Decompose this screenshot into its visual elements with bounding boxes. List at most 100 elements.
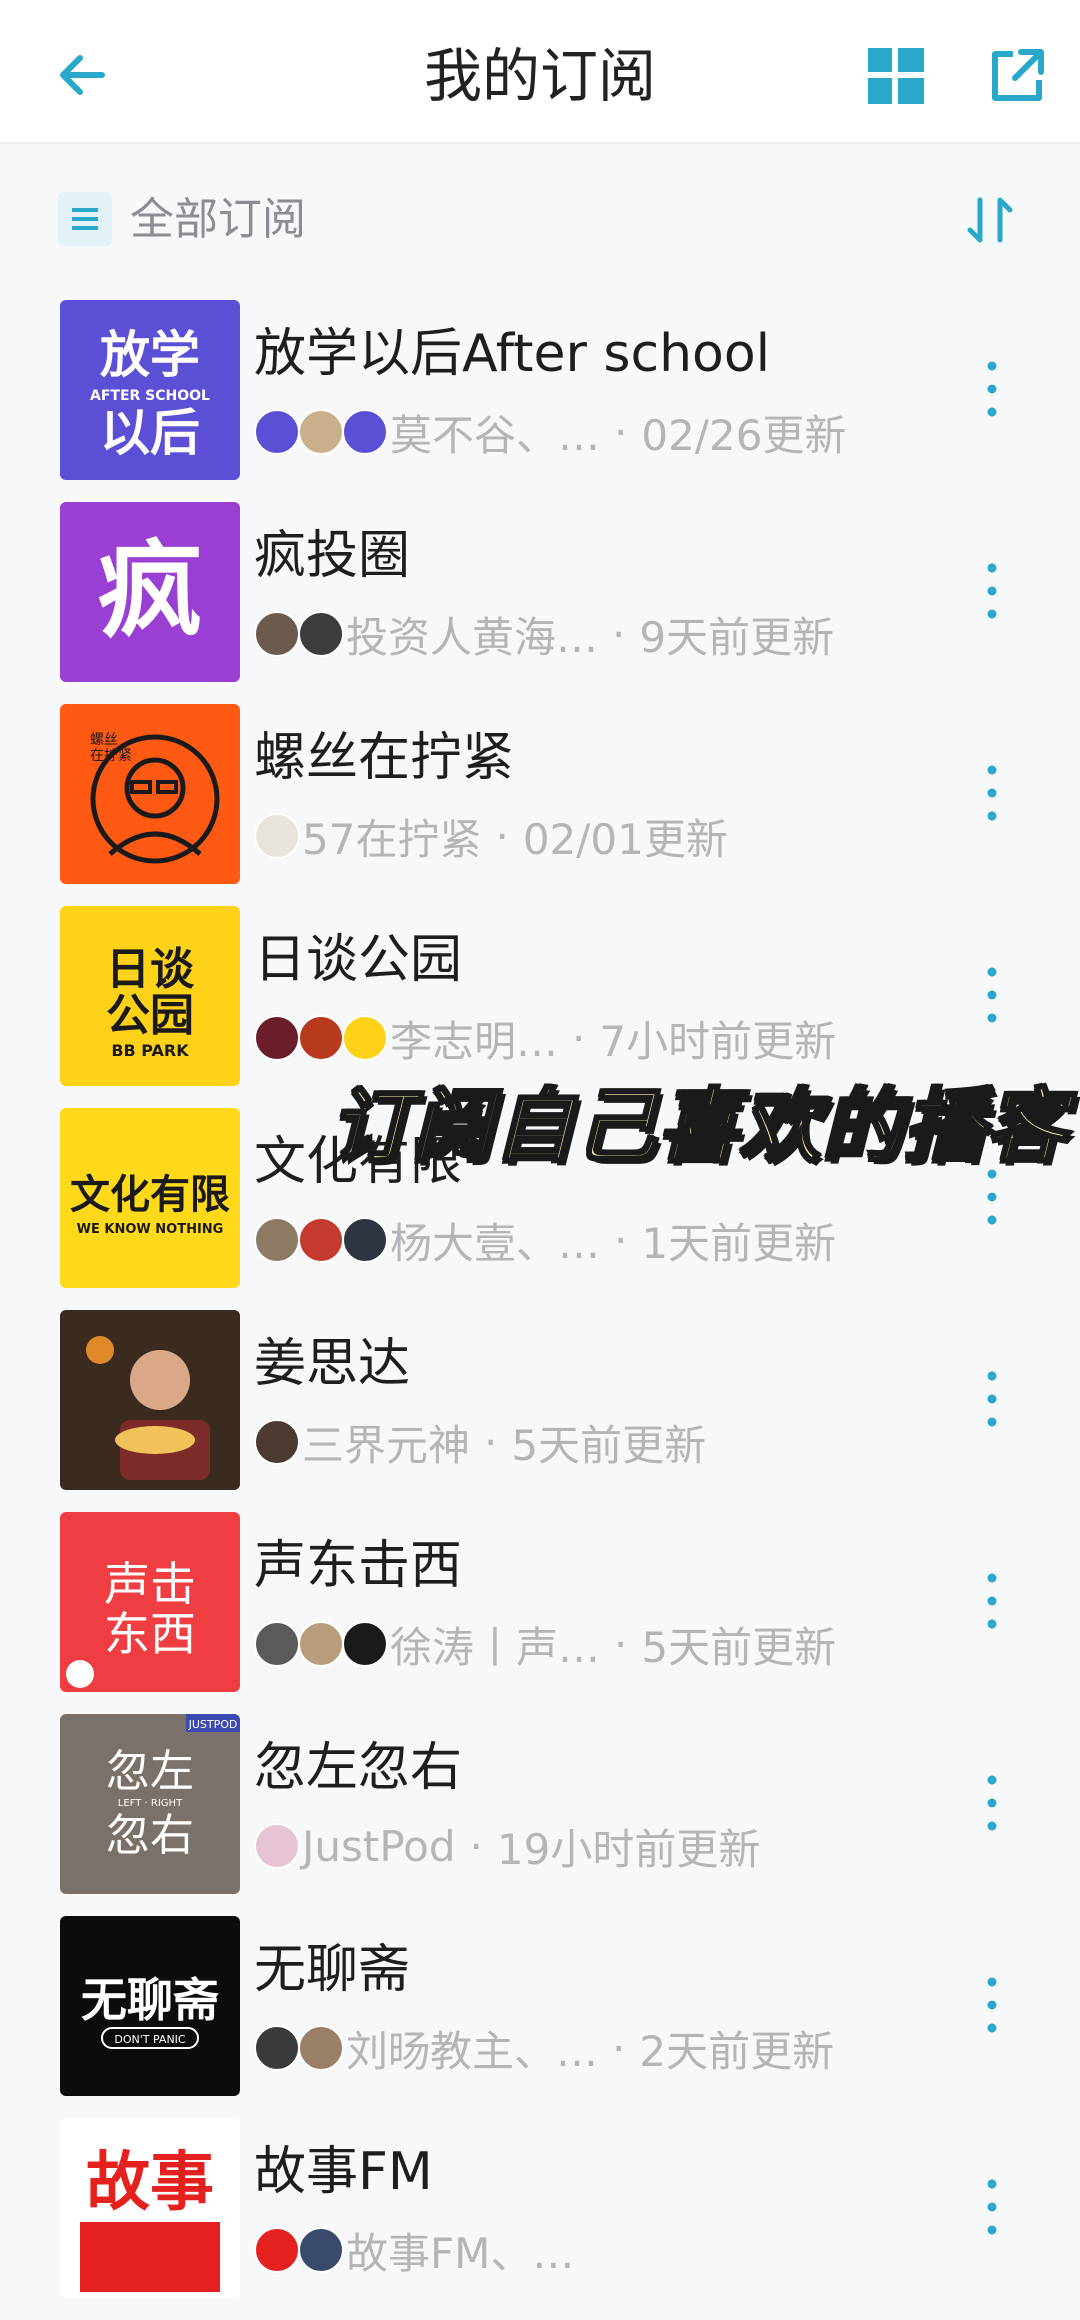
svg-text:螺丝: 螺丝 xyxy=(90,732,118,748)
avatar xyxy=(254,1823,300,1869)
avatar xyxy=(254,611,300,657)
podcast-cover[interactable]: 螺丝 在拧紧 xyxy=(60,704,240,884)
update-time: 02/01更新 xyxy=(522,814,728,864)
podcast-cover[interactable]: 放学 AFTER SCHOOL 以后 xyxy=(60,300,240,480)
podcast-title: 故事FM xyxy=(254,2142,433,2202)
list-item[interactable]: 无聊斋 DON'T PANIC 无聊斋 刘旸教主、… · 2天前更新 xyxy=(0,1916,1080,2118)
host-avatars xyxy=(254,813,300,859)
host-avatars xyxy=(254,1621,388,1667)
podcast-title: 螺丝在拧紧 xyxy=(254,728,515,788)
more-options-icon[interactable] xyxy=(982,2174,1002,2240)
more-options-icon[interactable] xyxy=(982,760,1002,826)
list-item[interactable]: 姜思达 三界元神 · 5天前更新 xyxy=(0,1310,1080,1512)
host-avatars xyxy=(254,611,344,657)
sort-icon[interactable] xyxy=(962,192,1018,248)
list-item[interactable]: 疯 疯投圈 投资人黄海… · 9天前更新 xyxy=(0,502,1080,704)
avatar xyxy=(298,1621,344,1667)
podcast-title: 疯投圈 xyxy=(254,526,411,586)
svg-text:忽左: 忽左 xyxy=(106,1746,194,1797)
update-time: 5天前更新 xyxy=(511,1420,707,1470)
avatar xyxy=(254,2227,300,2273)
host-names: 杨大壹、… xyxy=(390,1218,601,1268)
more-options-icon[interactable] xyxy=(982,356,1002,422)
list-item[interactable]: 螺丝 在拧紧 螺丝在拧紧 57在拧紧 · 02/01更新 xyxy=(0,704,1080,906)
separator-dot: · xyxy=(614,1619,628,1669)
svg-text:文化有限: 文化有限 xyxy=(70,1172,230,1218)
more-options-icon[interactable] xyxy=(982,1568,1002,1634)
host-avatars xyxy=(254,2227,344,2273)
list-item[interactable]: JUSTPOD 忽左 LEFT · RIGHT 忽右 忽左忽右 JustPod … xyxy=(0,1714,1080,1916)
separator-dot: · xyxy=(614,1215,628,1265)
more-options-icon[interactable] xyxy=(982,1972,1002,2038)
podcast-meta: 杨大壹、… · 1天前更新 xyxy=(254,1210,836,1270)
podcast-meta: 故事FM、… xyxy=(254,2220,574,2280)
avatar xyxy=(254,813,300,859)
update-time: 19小时前更新 xyxy=(496,1824,761,1874)
svg-text:以后: 以后 xyxy=(100,404,200,462)
podcast-cover[interactable]: 故事 xyxy=(60,2118,240,2298)
avatar xyxy=(254,409,300,455)
more-options-icon[interactable] xyxy=(982,1366,1002,1432)
host-avatars xyxy=(254,1015,388,1061)
podcast-title: 无聊斋 xyxy=(254,1940,411,2000)
podcast-meta: 莫不谷、… · 02/26更新 xyxy=(254,402,846,462)
svg-text:BB PARK: BB PARK xyxy=(111,1041,189,1060)
list-item[interactable]: 放学 AFTER SCHOOL 以后 放学以后After school 莫不谷、… xyxy=(0,300,1080,502)
podcast-cover[interactable]: 日谈 公园 BB PARK xyxy=(60,906,240,1086)
avatar xyxy=(254,1621,300,1667)
separator-dot: · xyxy=(612,609,626,659)
podcast-cover[interactable]: 文化有限 WE KNOW NOTHING xyxy=(60,1108,240,1288)
svg-text:忽右: 忽右 xyxy=(106,1810,194,1861)
avatar xyxy=(298,2025,344,2071)
host-names: 投资人黄海… xyxy=(346,612,599,662)
app-header: 我的订阅 xyxy=(0,0,1080,144)
host-names: 莫不谷、… xyxy=(390,410,601,460)
podcast-meta: 徐涛丨声… · 5天前更新 xyxy=(254,1614,836,1674)
list-icon[interactable] xyxy=(58,192,112,246)
host-names: 三界元神 xyxy=(302,1420,471,1470)
svg-text:故事: 故事 xyxy=(86,2146,214,2220)
host-avatars xyxy=(254,1419,300,1465)
podcast-cover[interactable]: JUSTPOD 忽左 LEFT · RIGHT 忽右 xyxy=(60,1714,240,1894)
list-item[interactable]: 故事 故事FM 故事FM、… xyxy=(0,2118,1080,2320)
more-options-icon[interactable] xyxy=(982,1770,1002,1836)
svg-text:东西: 东西 xyxy=(104,1607,196,1661)
list-item[interactable]: 声击 东西 声东击西 徐涛丨声… · 5天前更新 xyxy=(0,1512,1080,1714)
separator-dot: · xyxy=(495,811,509,861)
separator-dot: · xyxy=(614,407,628,457)
avatar xyxy=(298,611,344,657)
update-time: 7小时前更新 xyxy=(599,1016,837,1066)
podcast-meta: 投资人黄海… · 9天前更新 xyxy=(254,604,834,664)
svg-text:LEFT · RIGHT: LEFT · RIGHT xyxy=(118,1798,183,1809)
podcast-cover[interactable]: 声击 东西 xyxy=(60,1512,240,1692)
host-avatars xyxy=(254,409,388,455)
share-icon[interactable] xyxy=(985,44,1049,108)
podcast-meta: 李志明… · 7小时前更新 xyxy=(254,1008,836,1068)
podcast-cover[interactable]: 疯 xyxy=(60,502,240,682)
svg-text:无聊斋: 无聊斋 xyxy=(81,1973,219,2027)
host-avatars xyxy=(254,1217,388,1263)
separator-dot: · xyxy=(484,1417,498,1467)
host-names: 刘旸教主、… xyxy=(346,2026,599,2076)
svg-text:JUSTPOD: JUSTPOD xyxy=(188,1718,238,1731)
separator-dot: · xyxy=(572,1013,586,1063)
separator-dot: · xyxy=(469,1821,483,1871)
svg-text:在拧紧: 在拧紧 xyxy=(90,748,132,764)
update-time: 9天前更新 xyxy=(639,612,835,662)
podcast-cover[interactable] xyxy=(60,1310,240,1490)
grid-view-icon[interactable] xyxy=(866,46,926,106)
avatar xyxy=(298,1015,344,1061)
separator-dot: · xyxy=(612,2023,626,2073)
filter-label[interactable]: 全部订阅 xyxy=(130,190,306,250)
avatar xyxy=(298,1217,344,1263)
podcast-meta: 57在拧紧 · 02/01更新 xyxy=(254,806,728,866)
podcast-title: 放学以后After school xyxy=(254,324,771,384)
svg-text:日谈: 日谈 xyxy=(106,944,195,995)
video-caption: 订阅自己喜欢的播客 xyxy=(329,1079,1068,1175)
svg-text:WE KNOW NOTHING: WE KNOW NOTHING xyxy=(77,1222,224,1237)
update-time: 1天前更新 xyxy=(641,1218,837,1268)
more-options-icon[interactable] xyxy=(982,962,1002,1028)
podcast-cover[interactable]: 无聊斋 DON'T PANIC xyxy=(60,1916,240,2096)
more-options-icon[interactable] xyxy=(982,558,1002,624)
update-time: 02/26更新 xyxy=(641,410,847,460)
